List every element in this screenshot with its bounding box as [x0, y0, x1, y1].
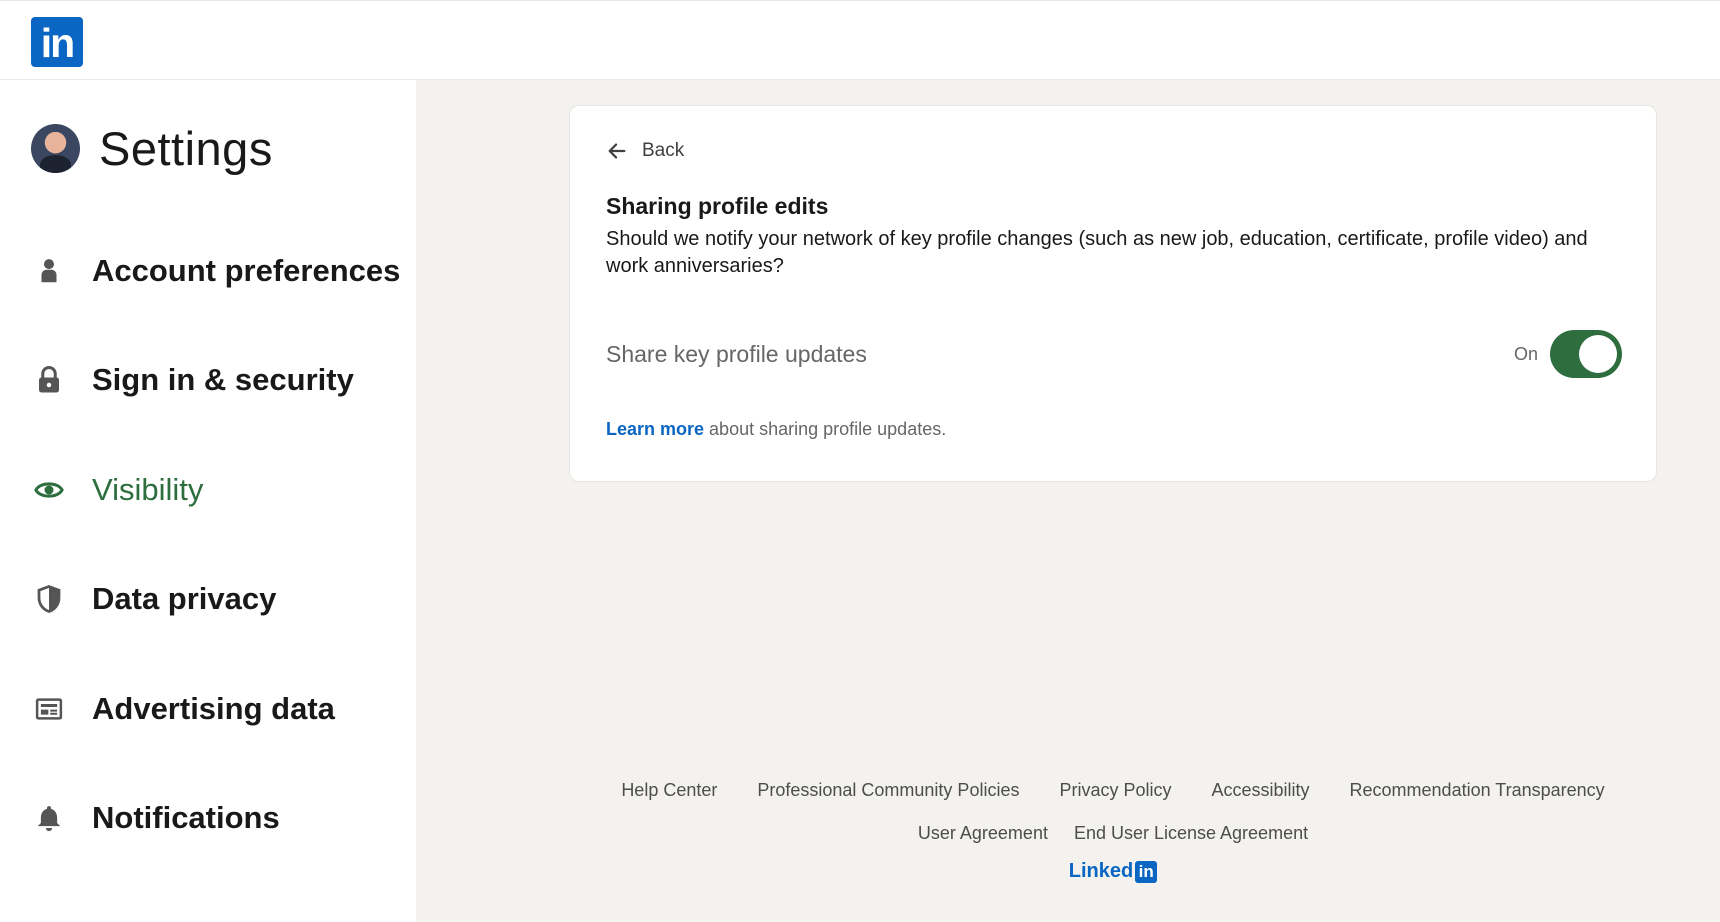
back-label: Back — [642, 140, 685, 161]
avatar[interactable] — [31, 123, 80, 173]
bell-icon — [34, 802, 64, 834]
person-icon — [34, 255, 64, 287]
share-updates-toggle[interactable] — [1550, 330, 1622, 378]
sidebar-item-label: Account preferences — [92, 252, 401, 288]
share-updates-row: Share key profile updates On — [606, 328, 1622, 380]
footer-logo-text: Linked — [1068, 860, 1134, 882]
sidebar-item-label: Visibility — [92, 471, 204, 507]
card-title: Sharing profile edits — [606, 193, 829, 219]
sidebar-item-label: Notifications — [92, 800, 280, 836]
top-bar: in — [0, 0, 1720, 80]
learn-more-suffix: about sharing profile updates. — [704, 419, 947, 439]
page-title: Settings — [99, 121, 273, 175]
footer-logo-box: in — [1135, 860, 1158, 883]
sidebar-item-visibility[interactable]: Visibility — [0, 435, 416, 545]
footer-links-row2: User Agreement End User License Agreemen… — [569, 823, 1657, 844]
sidebar-item-advertising-data[interactable]: Advertising data — [0, 654, 416, 764]
toggle-label: Share key profile updates — [606, 340, 867, 367]
settings-card: Back Sharing profile edits Should we not… — [569, 105, 1657, 482]
footer: Help Center Professional Community Polic… — [569, 780, 1657, 883]
toggle-state-text: On — [1513, 343, 1538, 364]
card-description: Should we notify your network of key pro… — [606, 228, 1588, 277]
shield-icon — [34, 583, 64, 615]
sidebar-item-label: Data privacy — [92, 581, 277, 617]
back-button[interactable]: Back — [606, 140, 684, 162]
learn-more-link[interactable]: Learn more — [606, 419, 704, 439]
linkedin-logo[interactable]: in — [31, 17, 83, 67]
sidebar-item-label: Sign in & security — [92, 362, 354, 398]
sidebar-item-label: Advertising data — [92, 690, 335, 726]
footer-link-privacy-policy[interactable]: Privacy Policy — [1059, 780, 1171, 801]
footer-link-user-agreement[interactable]: User Agreement — [918, 823, 1048, 844]
sidebar: Settings Account preferences Sign in & s… — [0, 80, 416, 922]
sidebar-item-notifications[interactable]: Notifications — [0, 764, 416, 874]
arrow-left-icon — [608, 143, 626, 159]
footer-link-help-center[interactable]: Help Center — [621, 780, 717, 801]
eye-icon — [34, 474, 64, 506]
footer-link-recommendation-transparency[interactable]: Recommendation Transparency — [1350, 780, 1605, 801]
sidebar-item-sign-in-security[interactable]: Sign in & security — [0, 326, 416, 436]
footer-links-row1: Help Center Professional Community Polic… — [569, 780, 1657, 801]
settings-header: Settings — [31, 120, 273, 176]
sidebar-item-account-preferences[interactable]: Account preferences — [0, 216, 416, 326]
lock-icon — [34, 364, 64, 396]
settings-nav: Account preferences Sign in & security V… — [0, 216, 416, 873]
footer-link-eula[interactable]: End User License Agreement — [1074, 823, 1308, 844]
learn-more-text: Learn more about sharing profile updates… — [606, 419, 946, 440]
toggle-knob[interactable] — [1579, 335, 1617, 373]
newspaper-icon — [34, 693, 64, 725]
footer-linkedin-logo: Linked in — [569, 860, 1657, 883]
sidebar-item-data-privacy[interactable]: Data privacy — [0, 545, 416, 655]
main-content: Back Sharing profile edits Should we not… — [416, 80, 1720, 922]
footer-link-accessibility[interactable]: Accessibility — [1212, 780, 1310, 801]
footer-link-community-policies[interactable]: Professional Community Policies — [757, 780, 1019, 801]
